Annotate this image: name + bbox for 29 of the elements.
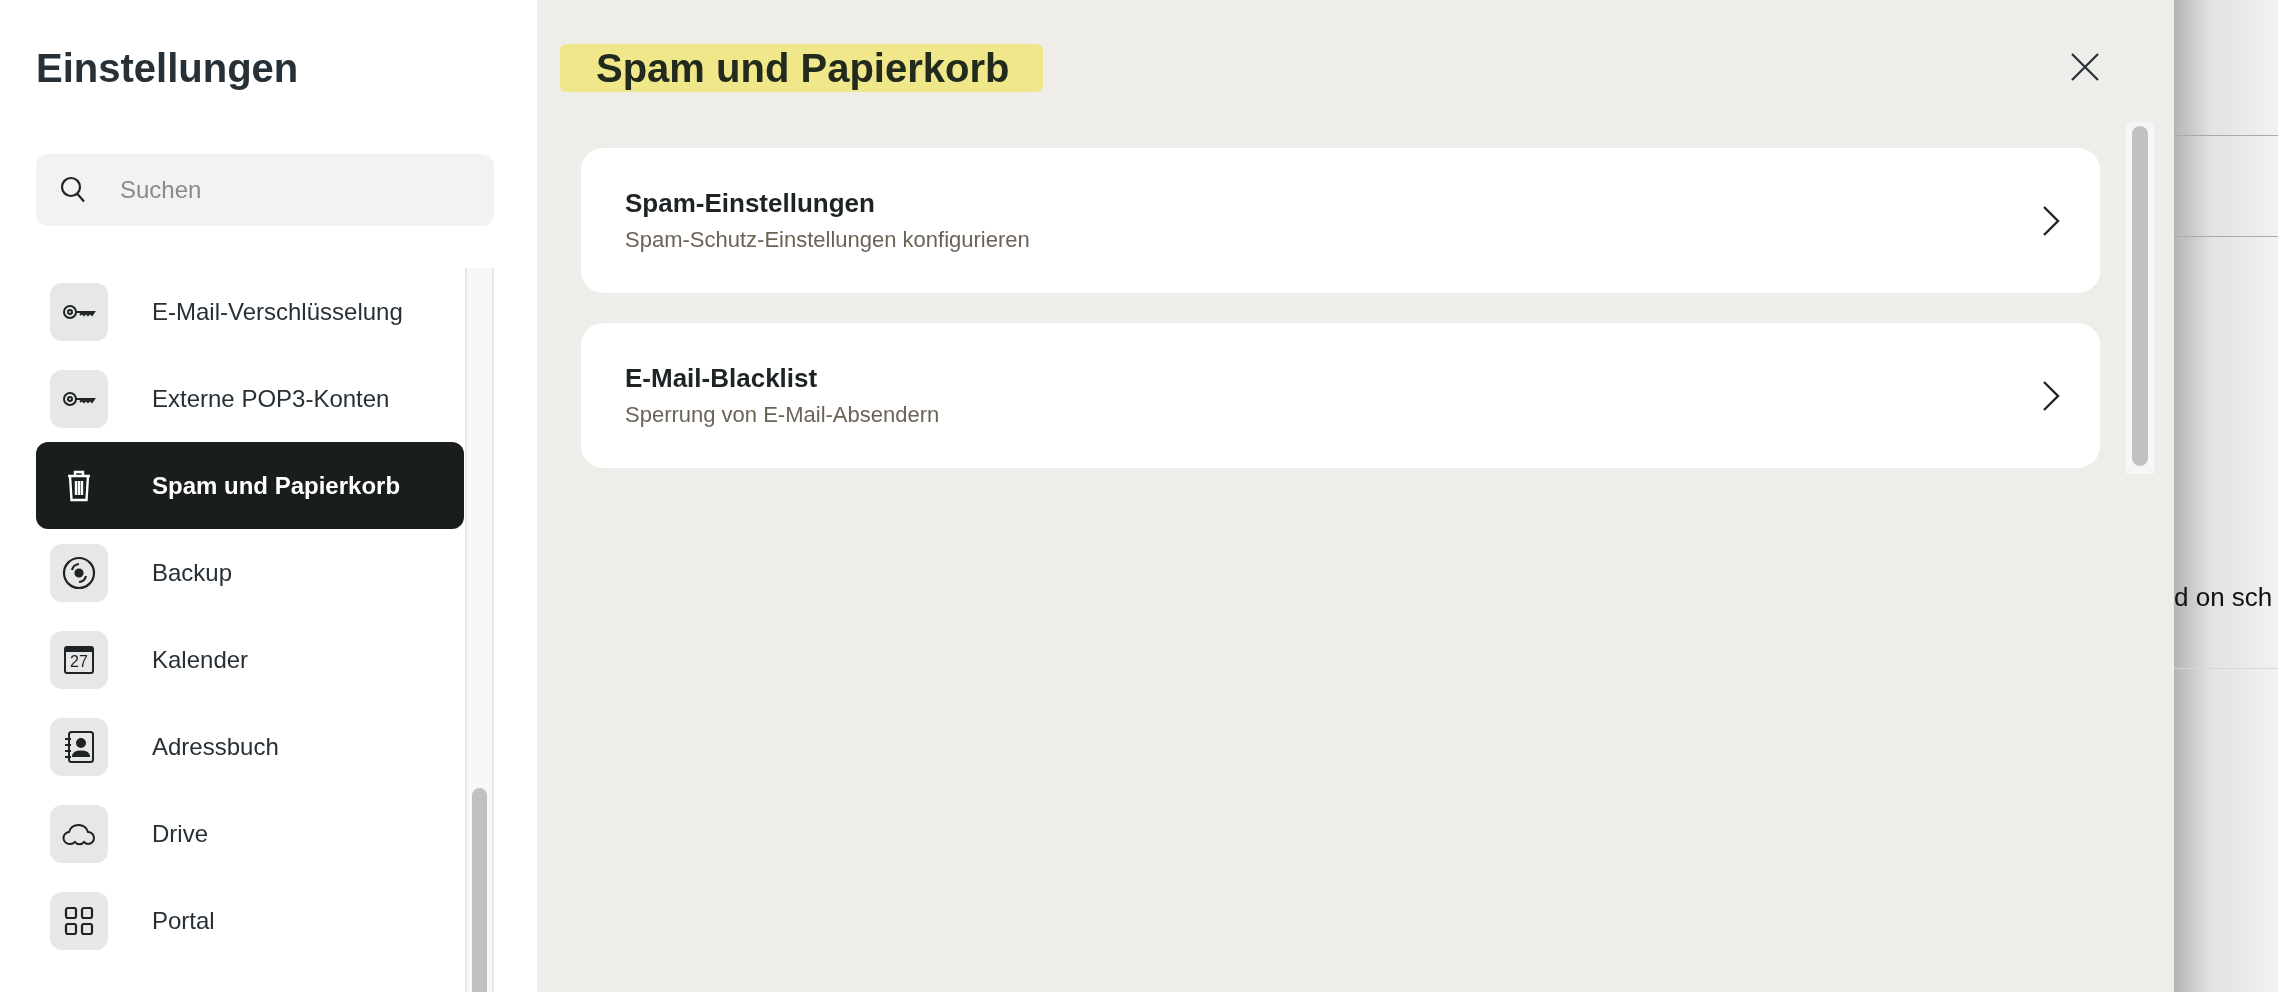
sidebar-item[interactable]: Portal xyxy=(36,877,464,964)
sidebar-item[interactable]: Spam und Papierkorb xyxy=(36,442,464,529)
grid-icon xyxy=(64,905,94,936)
key-icon xyxy=(62,389,96,408)
sidebar-title: Einstellungen xyxy=(36,45,300,92)
card-title: Spam-Einstellungen xyxy=(625,188,876,219)
scrollbar[interactable] xyxy=(465,268,494,992)
contacts-icon xyxy=(63,729,95,764)
sidebar-item[interactable]: Drive xyxy=(36,790,464,877)
settings-card[interactable]: E-Mail-Blacklist Sperrung von E-Mail-Absendern xyxy=(581,323,2100,468)
key-icon xyxy=(62,302,96,321)
card-subtitle: Spam-Schutz-Einstellungen konfigurieren xyxy=(625,227,1030,253)
trash-icon xyxy=(66,469,92,502)
disc-icon xyxy=(62,555,96,590)
chevron-icon xyxy=(2042,204,2060,237)
settings-card[interactable]: Spam-Einstellungen Spam-Schutz-Einstellungen konfigurieren xyxy=(581,148,2100,293)
sidebar-item[interactable]: Backup xyxy=(36,529,464,616)
calendar-icon: 27 xyxy=(64,645,94,674)
scrollbar[interactable] xyxy=(2126,122,2154,474)
sidebar-item[interactable]: Externe POP3-Konten xyxy=(36,355,464,442)
search-field[interactable]: Suchen xyxy=(36,154,494,226)
background-text: d on sch xyxy=(2174,582,2274,613)
sidebar-item[interactable]: Adressbuch xyxy=(36,703,464,790)
page-title: Spam und Papierkorb xyxy=(560,44,1044,92)
chevron-icon xyxy=(2042,379,2060,412)
sidebar-item[interactable]: E-Mail-Verschlüsselung xyxy=(36,268,464,355)
card-title: E-Mail-Blacklist xyxy=(625,363,819,394)
card-subtitle: Sperrung von E-Mail-Absendern xyxy=(625,402,940,428)
sidebar-item[interactable]: 27 Kalender xyxy=(36,616,464,703)
